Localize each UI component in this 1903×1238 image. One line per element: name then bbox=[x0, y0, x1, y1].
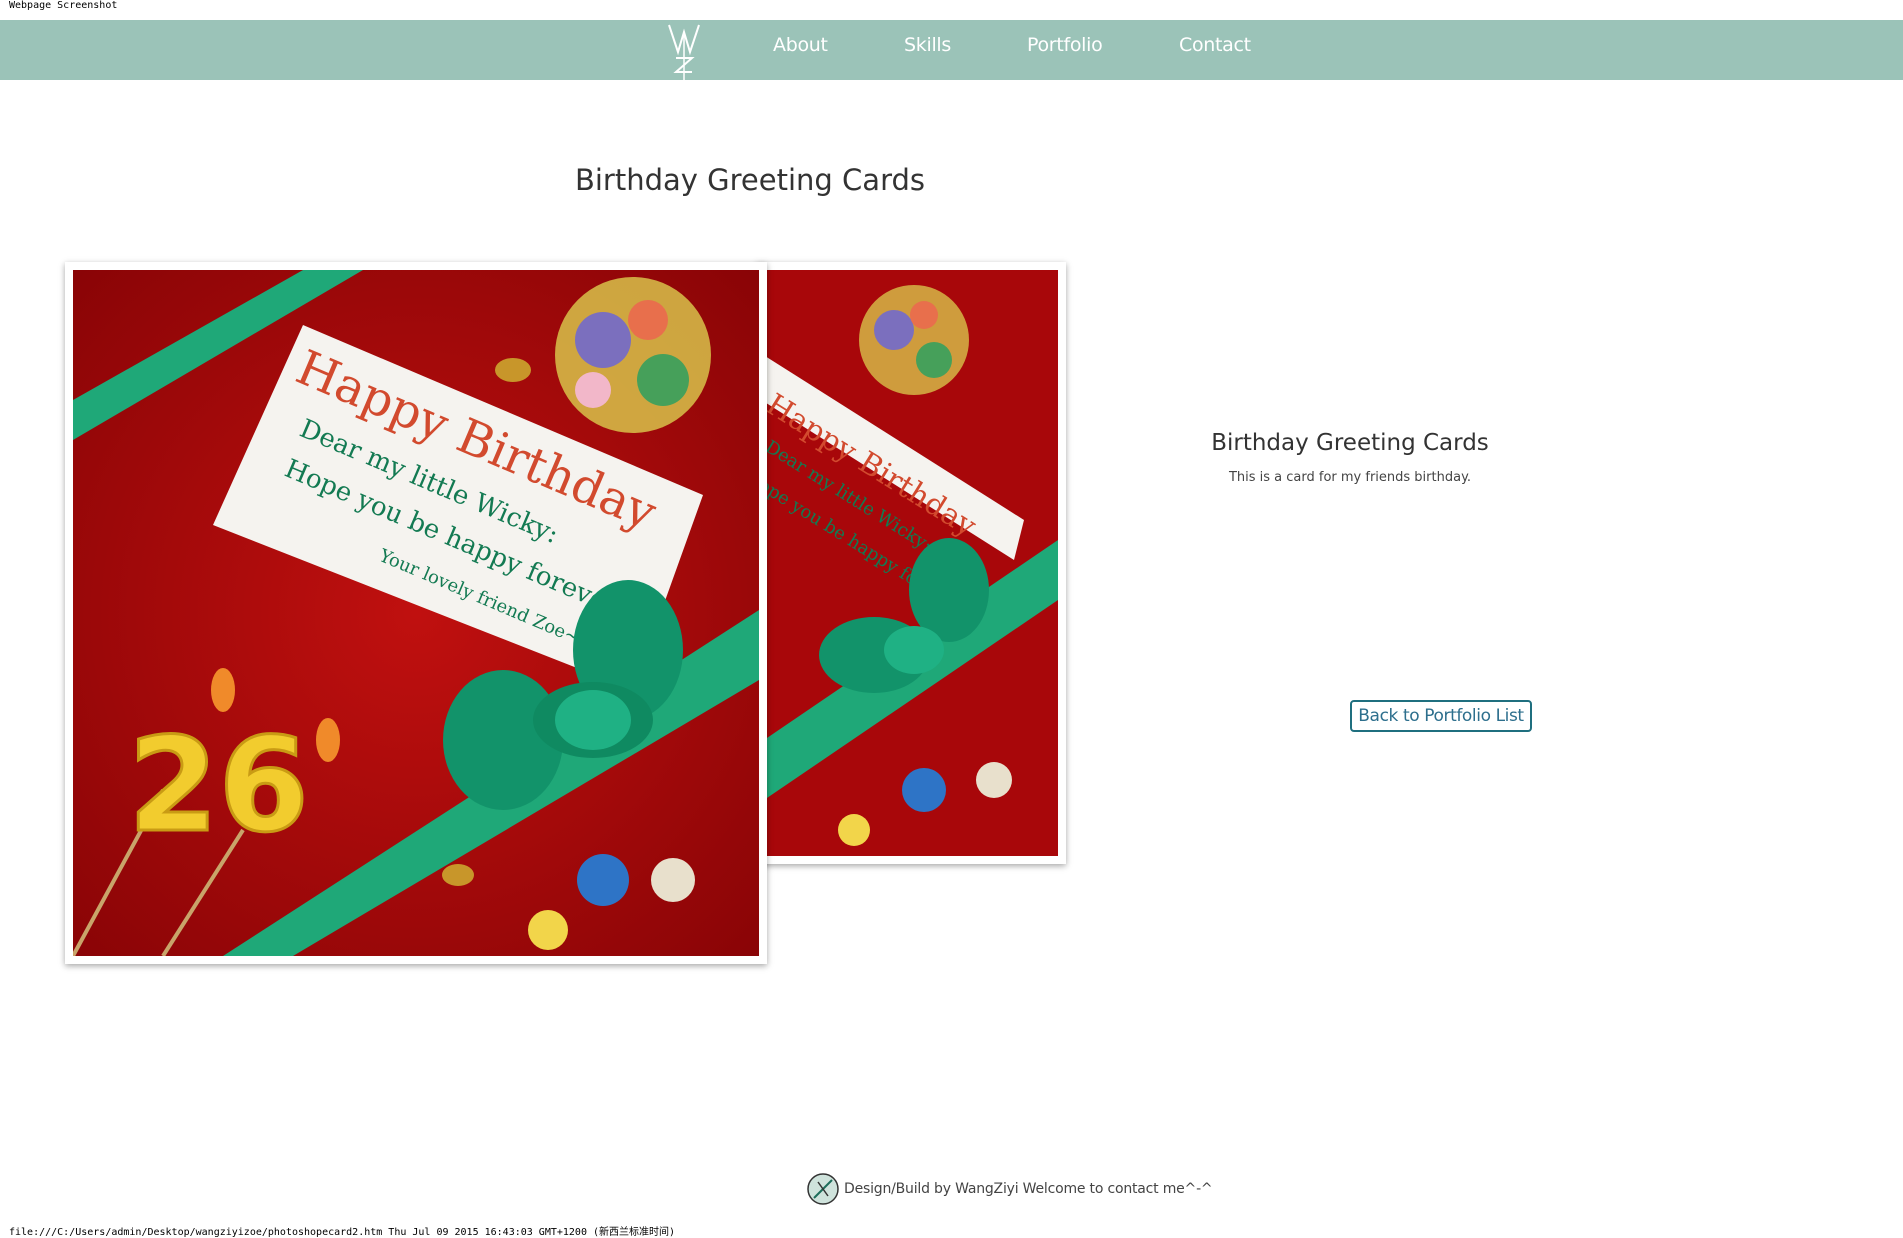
nav-about[interactable]: About bbox=[773, 34, 828, 56]
print-footer: file:///C:/Users/admin/Desktop/wangziyiz… bbox=[9, 1227, 676, 1238]
nav-skills[interactable]: Skills bbox=[904, 34, 951, 56]
candle-number: 26 bbox=[128, 709, 309, 861]
card-artwork-main: Happy Birthday Dear my little Wicky: Hop… bbox=[73, 270, 759, 956]
card-artwork-secondary: Happy Birthday Dear my little Wicky: Hop… bbox=[764, 270, 1058, 856]
print-header: Webpage Screenshot bbox=[9, 0, 118, 11]
project-description: This is a card for my friends birthday. bbox=[1228, 470, 1472, 485]
project-title: Birthday Greeting Cards bbox=[1211, 430, 1489, 456]
footer-text: Design/Build by WangZiyi Welcome to cont… bbox=[844, 1181, 1213, 1197]
card-image-secondary[interactable]: Happy Birthday Dear my little Wicky: Hop… bbox=[756, 262, 1066, 864]
confetti-cluster-icon bbox=[859, 285, 969, 395]
nav-contact[interactable]: Contact bbox=[1179, 34, 1251, 56]
footer-logo-icon bbox=[807, 1173, 839, 1205]
confetti-cluster-icon bbox=[555, 277, 711, 433]
navbar: About Skills Portfolio Contact bbox=[0, 20, 1903, 80]
footer: Design/Build by WangZiyi Welcome to cont… bbox=[806, 1171, 1213, 1207]
card-image-main[interactable]: Happy Birthday Dear my little Wicky: Hop… bbox=[65, 262, 767, 964]
page-title: Birthday Greeting Cards bbox=[574, 163, 925, 197]
logo-icon[interactable] bbox=[666, 22, 702, 80]
back-to-portfolio-button[interactable]: Back to Portfolio List bbox=[1350, 700, 1532, 732]
nav-portfolio[interactable]: Portfolio bbox=[1027, 34, 1103, 56]
